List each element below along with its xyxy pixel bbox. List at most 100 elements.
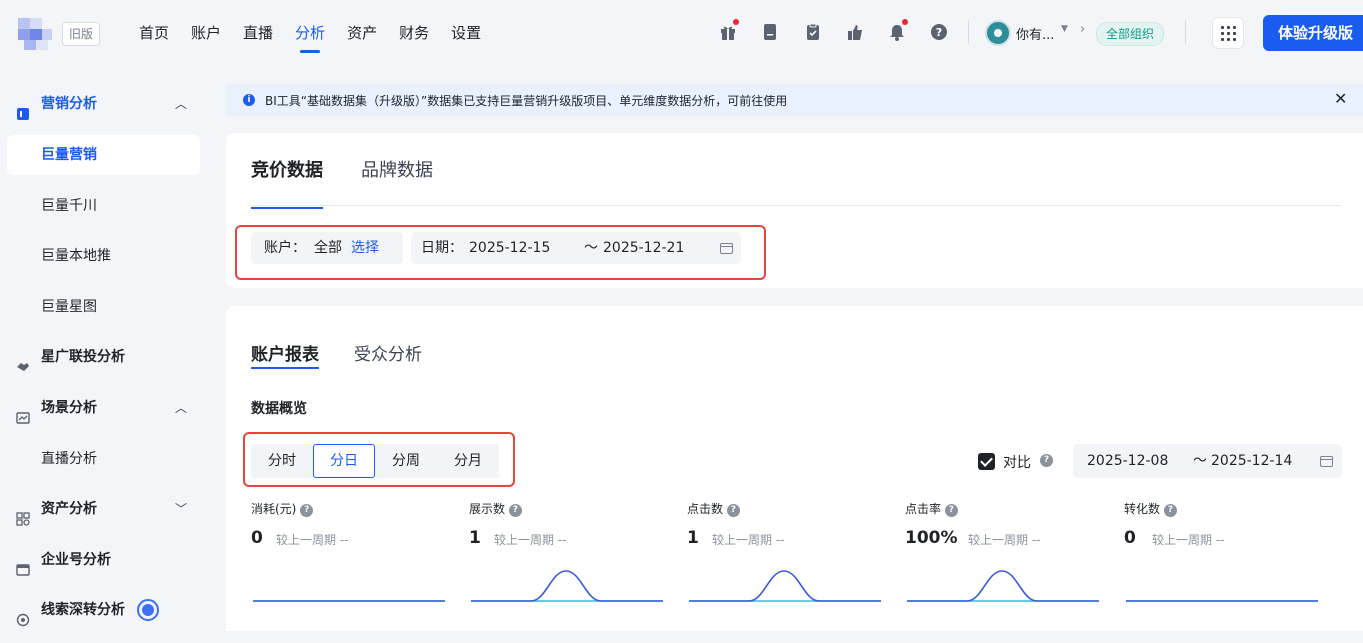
sidebar-item-local-push[interactable]: 巨量本地推 bbox=[0, 236, 214, 276]
gift-icon[interactable] bbox=[718, 19, 739, 42]
metric-cost[interactable]: 消耗(元) ? 0 较上一周期 -- bbox=[251, 500, 451, 548]
bell-icon[interactable] bbox=[887, 19, 908, 42]
avatar[interactable] bbox=[985, 20, 1011, 46]
help-icon[interactable]: ? bbox=[1040, 454, 1053, 467]
chevron-up-icon[interactable]: ︿ bbox=[175, 84, 187, 124]
sidebar-item-label: 巨量营销 bbox=[41, 147, 97, 163]
compare-checkbox[interactable] bbox=[978, 453, 995, 470]
sparkline-clicks bbox=[689, 570, 881, 602]
marketing-analysis-icon bbox=[16, 97, 30, 120]
metric-conversions[interactable]: 转化数 ? 0 较上一周期 -- bbox=[1124, 500, 1324, 548]
date-range-picker[interactable]: 日期： 2025-12-15 ～ 2025-12-21 bbox=[411, 232, 741, 264]
sparkline-conversions bbox=[1126, 600, 1318, 602]
help-icon[interactable]: ? bbox=[300, 504, 314, 517]
metric-label: 展示数 bbox=[469, 502, 506, 516]
info-icon: i bbox=[243, 94, 255, 106]
date-end[interactable]: 2025-12-21 bbox=[603, 232, 684, 264]
sidebar-item-joint-analysis[interactable]: 星广联投分析 bbox=[0, 337, 214, 377]
sidebar-item-marketing-analysis[interactable]: 营销分析 ︿ bbox=[0, 84, 214, 124]
chevron-right-icon: › bbox=[1080, 22, 1086, 37]
info-notice-bar: i BI工具“基础数据集（升级版）”数据集已支持巨量营销升级版项目、单元维度数据… bbox=[226, 84, 1363, 116]
sidebar-item-scene-analysis[interactable]: 场景分析 ︿ bbox=[0, 388, 214, 428]
metric-value: 100% bbox=[905, 528, 958, 548]
granularity-month[interactable]: 分月 bbox=[437, 444, 499, 478]
metric-label: 点击数 bbox=[687, 502, 724, 516]
nav-settings[interactable]: 设置 bbox=[451, 0, 481, 64]
tab-audience-analysis[interactable]: 受众分析 bbox=[354, 340, 422, 365]
help-icon[interactable]: ? bbox=[508, 504, 522, 517]
sidebar-item-label: 巨量千川 bbox=[41, 198, 97, 214]
metric-label: 点击率 bbox=[905, 502, 942, 516]
user-name[interactable]: 你有... bbox=[1016, 24, 1054, 43]
sidebar-item-qianchuan[interactable]: 巨量千川 bbox=[0, 186, 214, 226]
compare-date-start[interactable]: 2025-12-08 bbox=[1087, 444, 1168, 478]
main-nav: 首页 账户 直播 分析 资产 财务 设置 bbox=[128, 0, 492, 64]
org-selector[interactable]: 全部组织 bbox=[1096, 22, 1165, 46]
help-icon[interactable]: ? bbox=[944, 504, 958, 517]
compare-date-end[interactable]: 2025-12-14 bbox=[1211, 444, 1292, 478]
date-start[interactable]: 2025-12-15 bbox=[469, 232, 550, 264]
assistant-icon[interactable] bbox=[137, 599, 159, 621]
tab-account-report[interactable]: 账户报表 bbox=[251, 340, 319, 369]
tab-bidding-data[interactable]: 竞价数据 bbox=[251, 133, 323, 209]
sidebar-item-lead-analysis[interactable]: 线索深转分析 bbox=[0, 590, 214, 630]
filter-card: 竞价数据 品牌数据 账户： 全部 选择 日期： 2025-12-15 ～ 202… bbox=[226, 133, 1363, 288]
account-filter[interactable]: 账户： 全部 选择 bbox=[251, 232, 403, 264]
metric-compare: 较上一周期 -- bbox=[1152, 533, 1225, 547]
nav-home[interactable]: 首页 bbox=[139, 0, 169, 64]
svg-text:?: ? bbox=[936, 26, 942, 39]
metric-value: 0 bbox=[1124, 528, 1136, 548]
tab-brand-data[interactable]: 品牌数据 bbox=[361, 133, 433, 209]
handshake-icon bbox=[16, 350, 30, 371]
metric-clicks[interactable]: 点击数 ? 1 较上一周期 -- bbox=[687, 500, 887, 548]
compare-date-range-picker[interactable]: 2025-12-08 ～ 2025-12-14 bbox=[1073, 444, 1342, 478]
calendar-icon[interactable] bbox=[720, 243, 733, 254]
upgrade-button[interactable]: 体验升级版 bbox=[1263, 15, 1363, 51]
compare-label: 对比 bbox=[1003, 455, 1031, 471]
help-icon[interactable]: ? bbox=[929, 22, 949, 42]
sidebar-item-label: 营销分析 bbox=[41, 96, 97, 112]
sparkline-impressions bbox=[471, 570, 663, 602]
sidebar-item-label: 线索深转分析 bbox=[41, 602, 125, 618]
chevron-down-icon[interactable]: ﹀ bbox=[175, 489, 187, 529]
sidebar-item-label: 巨量星图 bbox=[41, 299, 97, 315]
metric-label: 消耗(元) bbox=[251, 502, 297, 516]
old-version-button[interactable]: 旧版 bbox=[62, 22, 101, 46]
sidebar-item-asset-analysis[interactable]: 资产分析 ﹀ bbox=[0, 489, 214, 529]
caret-down-icon[interactable]: ▼ bbox=[1061, 24, 1068, 34]
nav-analysis[interactable]: 分析 bbox=[295, 0, 325, 64]
nav-account[interactable]: 账户 bbox=[191, 0, 221, 64]
metric-compare: 较上一周期 -- bbox=[276, 533, 349, 547]
enterprise-icon bbox=[16, 553, 30, 576]
calendar-icon[interactable] bbox=[1320, 456, 1333, 467]
nav-live[interactable]: 直播 bbox=[243, 0, 273, 64]
metric-value: 1 bbox=[687, 528, 699, 548]
close-icon[interactable]: ✕ bbox=[1334, 89, 1347, 108]
chevron-up-icon[interactable]: ︿ bbox=[175, 388, 187, 428]
granularity-day[interactable]: 分日 bbox=[313, 444, 375, 478]
account-select-link[interactable]: 选择 bbox=[351, 232, 379, 264]
nav-assets[interactable]: 资产 bbox=[347, 0, 377, 64]
document-icon[interactable] bbox=[760, 22, 780, 42]
clipboard-icon[interactable] bbox=[803, 22, 823, 42]
sidebar-item-live-analysis[interactable]: 直播分析 bbox=[0, 439, 214, 479]
share-icon[interactable] bbox=[845, 22, 865, 42]
notification-dot bbox=[902, 19, 908, 25]
app-logo[interactable] bbox=[18, 18, 56, 50]
granularity-hour[interactable]: 分时 bbox=[251, 444, 313, 478]
help-icon[interactable]: ? bbox=[726, 504, 740, 517]
sidebar-item-enterprise-analysis[interactable]: 企业号分析 bbox=[0, 540, 214, 580]
help-icon[interactable]: ? bbox=[1163, 504, 1177, 517]
sidebar-item-juliang-marketing[interactable]: 巨量营销 bbox=[7, 135, 200, 175]
metric-ctr[interactable]: 点击率 ? 100% 较上一周期 -- bbox=[905, 500, 1105, 548]
sidebar-item-label: 企业号分析 bbox=[41, 552, 111, 568]
nav-finance[interactable]: 财务 bbox=[399, 0, 429, 64]
granularity-week[interactable]: 分周 bbox=[375, 444, 437, 478]
sidebar-item-xingtu[interactable]: 巨量星图 bbox=[0, 287, 214, 327]
sparkline-series bbox=[689, 570, 881, 602]
account-filter-label: 账户： bbox=[264, 240, 306, 256]
sidebar: 营销分析 ︿ 巨量营销 巨量千川 巨量本地推 巨量星图 星广联投分析 场景分析 … bbox=[0, 64, 214, 631]
metric-impressions[interactable]: 展示数 ? 1 较上一周期 -- bbox=[469, 500, 669, 548]
sidebar-item-label: 星广联投分析 bbox=[41, 349, 125, 365]
apps-grid-icon[interactable] bbox=[1212, 17, 1244, 49]
